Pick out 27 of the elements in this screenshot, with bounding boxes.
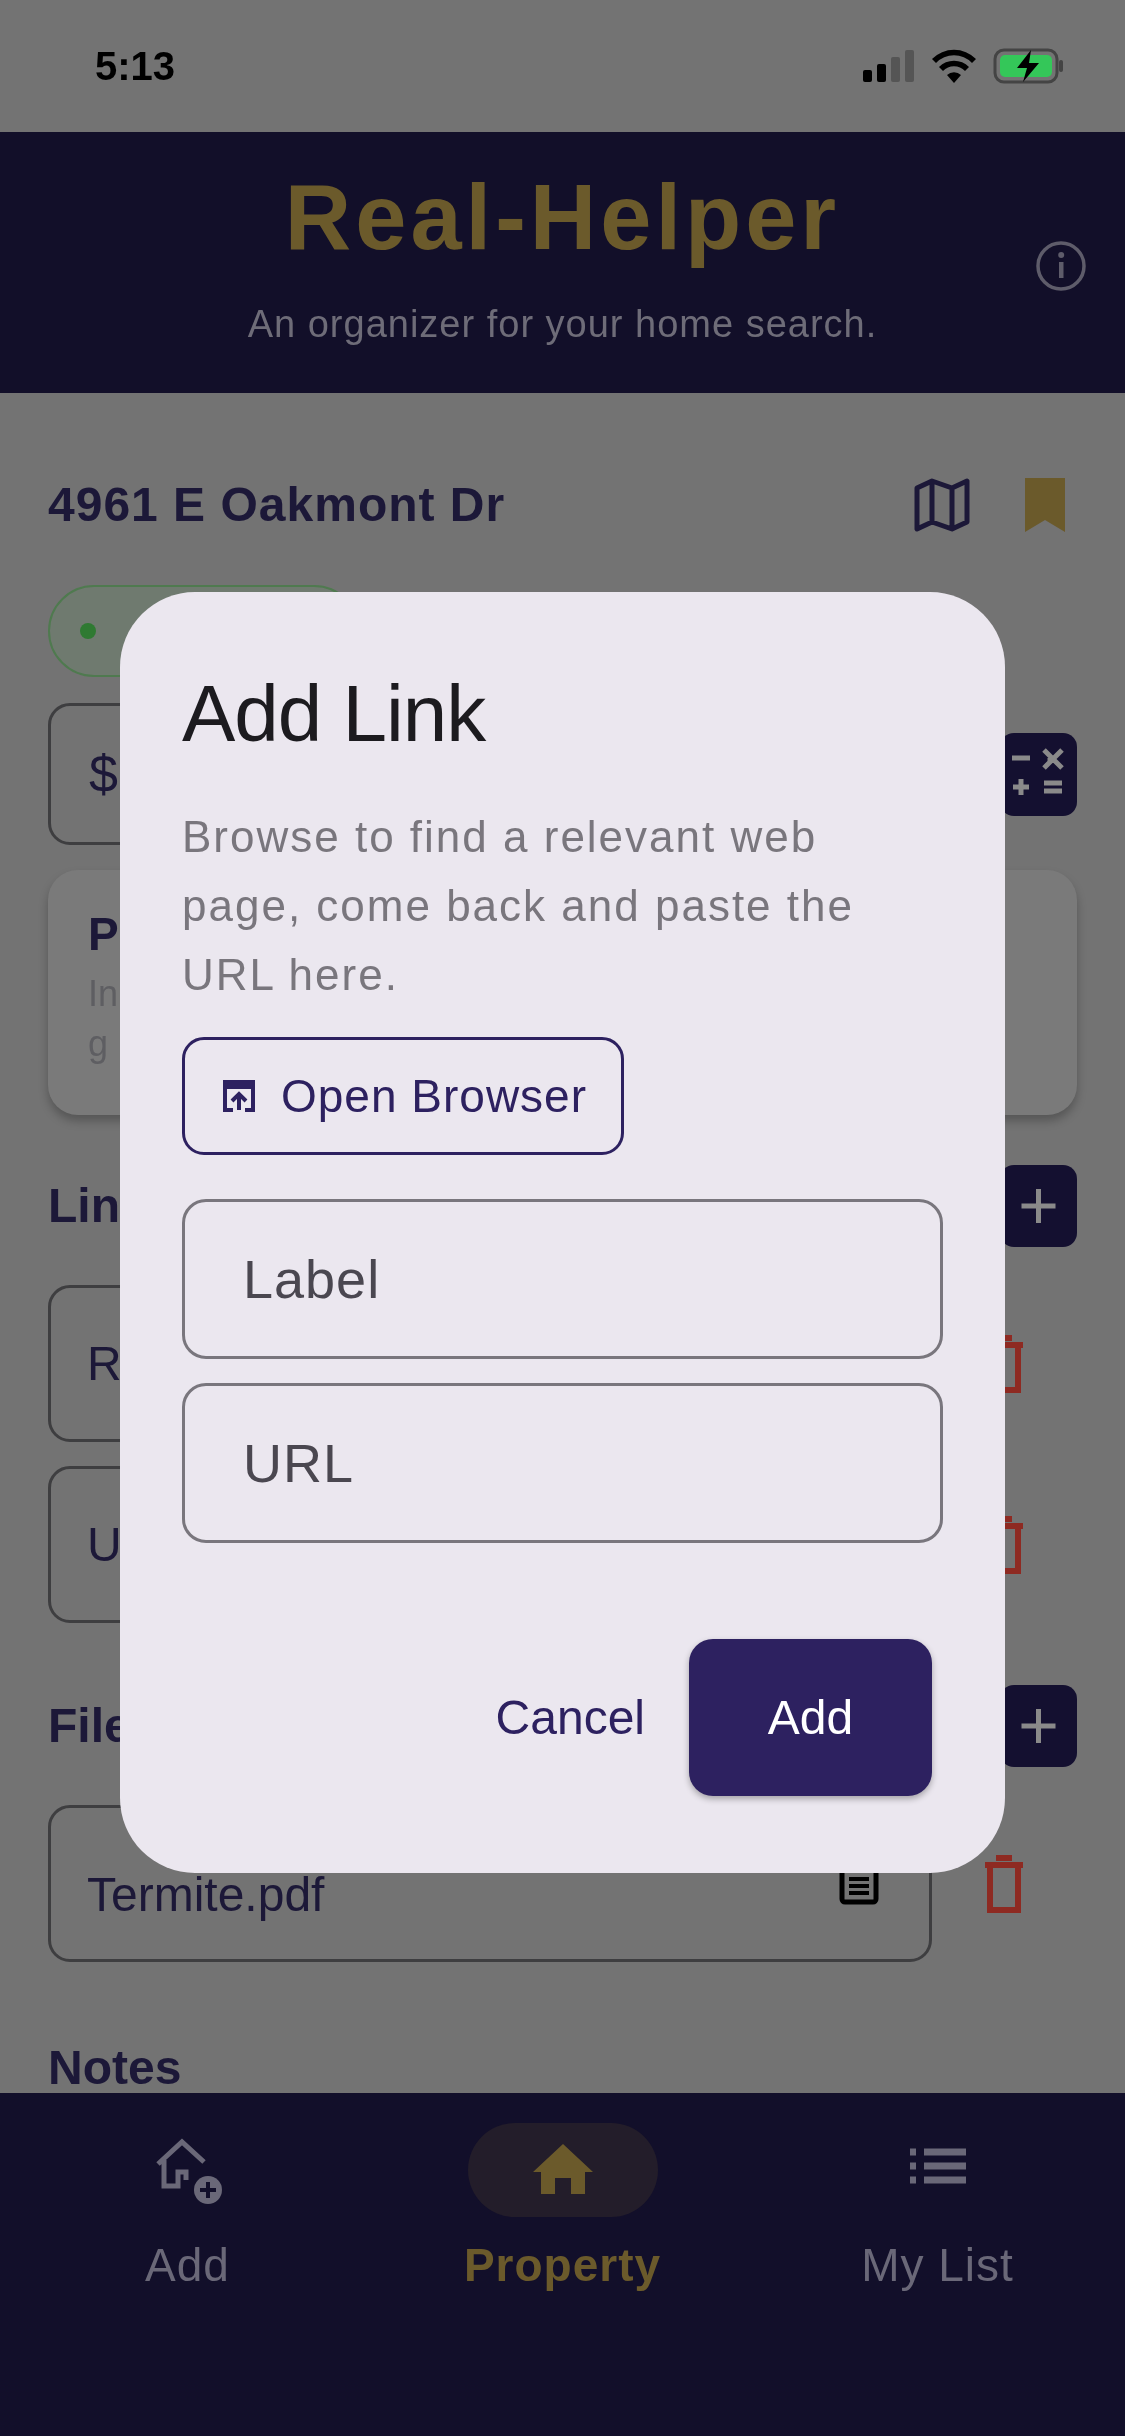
cancel-button[interactable]: Cancel bbox=[475, 1681, 665, 1754]
info-icon[interactable] bbox=[1035, 240, 1087, 292]
battery-icon bbox=[993, 48, 1065, 84]
wifi-icon bbox=[931, 49, 977, 83]
open-browser-button[interactable]: Open Browser bbox=[182, 1037, 624, 1155]
address-title: 4961 E Oakmont Dr bbox=[48, 477, 507, 533]
file-name: Termite.pdf bbox=[87, 1866, 325, 1923]
section-heading: Lin bbox=[48, 1178, 120, 1234]
section-heading: Notes bbox=[48, 2040, 183, 2096]
nav-tab[interactable]: Property bbox=[375, 2093, 750, 2436]
dialog-message: Browse to find a relevant web page, come back and paste the URL here. bbox=[182, 811, 855, 1001]
field-value: $ bbox=[89, 744, 118, 805]
dialog-title: Add Link bbox=[182, 670, 486, 758]
label-field[interactable]: Label bbox=[182, 1199, 943, 1359]
nav-tab[interactable]: Add bbox=[0, 2093, 375, 2436]
link-label: U bbox=[87, 1516, 122, 1573]
app-title: Real-Helper bbox=[284, 164, 841, 270]
open-in-browser-icon bbox=[221, 1078, 257, 1114]
url-field[interactable]: URL bbox=[182, 1383, 943, 1543]
clock: 5:13 bbox=[95, 43, 176, 90]
map-icon[interactable] bbox=[913, 476, 971, 534]
link-label: R bbox=[87, 1335, 122, 1392]
add-button[interactable]: Add bbox=[689, 1639, 932, 1796]
app-subtitle: An organizer for your home search. bbox=[247, 302, 878, 348]
signal-icon bbox=[863, 50, 915, 82]
nav-tab[interactable]: My List bbox=[750, 2093, 1125, 2436]
card-title: P bbox=[88, 907, 119, 962]
